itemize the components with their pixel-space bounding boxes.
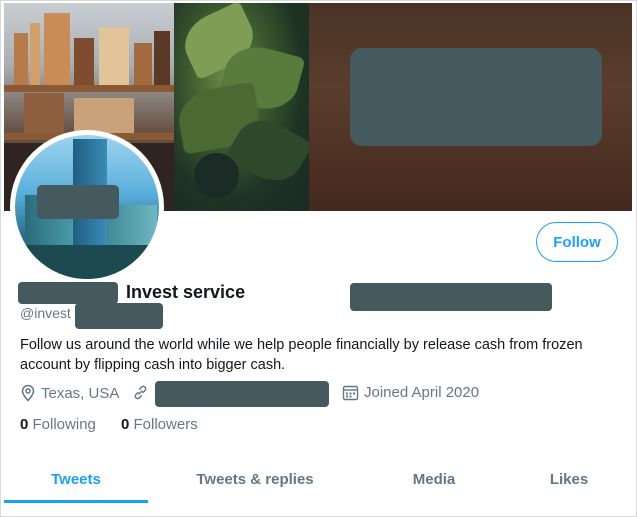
joined-text: Joined April 2020 bbox=[364, 384, 480, 401]
profile-tabs: Tweets Tweets & replies Media Likes bbox=[4, 455, 632, 503]
profile-location: Texas, USA bbox=[20, 384, 119, 402]
profile-bio: Follow us around the world while we help… bbox=[20, 337, 583, 373]
following-count: 0 bbox=[20, 416, 29, 433]
following-count-link[interactable]: 0 Following bbox=[20, 416, 96, 433]
following-label: Following bbox=[32, 416, 96, 433]
profile-handle: @invest bbox=[20, 305, 71, 321]
active-tab-indicator bbox=[4, 500, 148, 503]
location-text: Texas, USA bbox=[41, 384, 120, 402]
calendar-icon bbox=[342, 385, 359, 401]
redacted-handle bbox=[75, 303, 163, 329]
follow-button[interactable]: Follow bbox=[536, 222, 618, 262]
link-icon bbox=[134, 385, 147, 400]
redacted-banner-text bbox=[350, 48, 602, 146]
tab-likes[interactable]: Likes bbox=[524, 455, 614, 503]
redacted-name-prefix bbox=[18, 282, 118, 304]
tab-tweets-replies[interactable]: Tweets & replies bbox=[170, 455, 340, 503]
profile-avatar[interactable] bbox=[10, 130, 164, 284]
followers-count-link[interactable]: 0 Followers bbox=[121, 416, 198, 433]
banner-plant-photo bbox=[174, 3, 314, 211]
followers-count: 0 bbox=[121, 416, 130, 433]
followers-label: Followers bbox=[133, 416, 198, 433]
tab-tweets[interactable]: Tweets bbox=[4, 455, 148, 503]
redacted-name-extra bbox=[350, 283, 552, 311]
profile-name: Invest service bbox=[126, 282, 246, 302]
redacted-website-link bbox=[155, 381, 329, 407]
profile-link[interactable] bbox=[132, 384, 154, 401]
location-pin-icon bbox=[21, 384, 35, 402]
avatar-building-photo bbox=[15, 135, 159, 279]
tab-media[interactable]: Media bbox=[384, 455, 484, 503]
profile-joined: Joined April 2020 bbox=[342, 384, 479, 401]
